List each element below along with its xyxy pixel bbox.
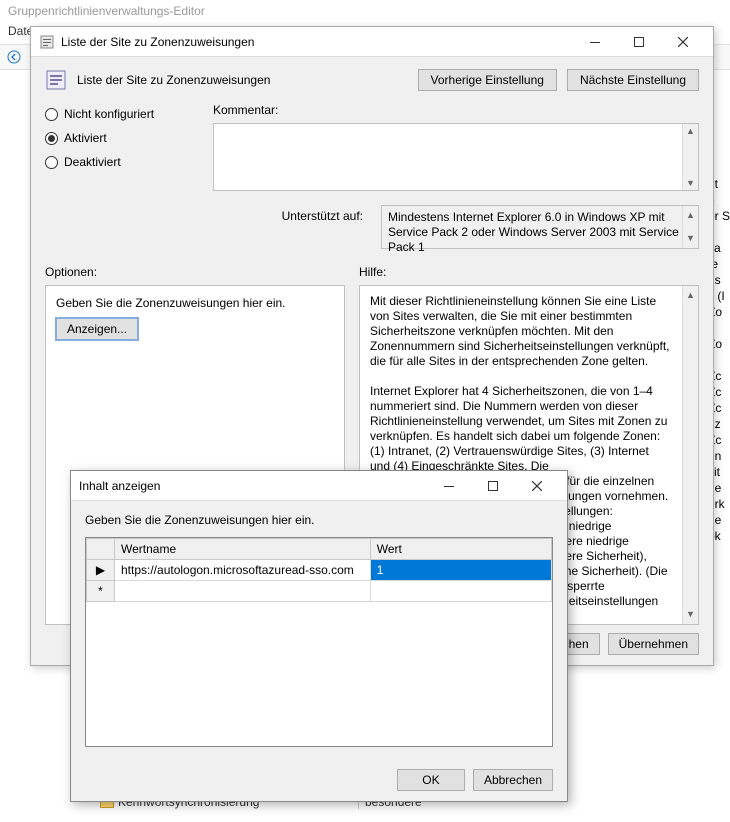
policy-header-icon [45,69,67,91]
radio-label: Aktiviert [64,131,107,145]
policy-icon [39,34,55,50]
ok-button[interactable]: OK [397,769,465,791]
minimize-button[interactable] [427,472,471,500]
supported-on-text: Mindestens Internet Explorer 6.0 in Wind… [381,205,699,249]
scrollbar[interactable]: ▲▼ [682,286,698,624]
column-header-value[interactable]: Wert [370,539,551,560]
cell-value[interactable]: 1 [370,560,551,581]
policy-dialog-title: Liste der Site zu Zonenzuweisungen [61,35,254,49]
policy-dialog-titlebar[interactable]: Liste der Site zu Zonenzuweisungen [31,27,713,57]
supported-on-label: Unterstützt auf: [213,205,363,249]
table-row[interactable]: ▶ https://autologon.microsoftazuread-sso… [87,560,552,581]
scrollbar[interactable]: ▲▼ [682,206,698,248]
radio-label: Nicht konfiguriert [64,107,154,121]
grid-corner [87,539,115,560]
cell-value[interactable] [370,581,551,602]
minimize-button[interactable] [573,28,617,56]
table-row[interactable]: * [87,581,552,602]
row-marker: * [87,581,115,602]
parent-window-title: Gruppenrichtlinienverwaltungs-Editor [0,0,730,24]
radio-label: Deaktiviert [64,155,121,169]
scrollbar[interactable]: ▲▼ [682,124,698,190]
policy-title: Liste der Site zu Zonenzuweisungen [77,73,408,87]
values-grid[interactable]: Wertname Wert ▶ https://autologon.micros… [85,537,553,747]
cancel-button[interactable]: Abbrechen [473,769,553,791]
previous-setting-button[interactable]: Vorherige Einstellung [418,69,557,91]
state-radio-group: Nicht konfiguriert Aktiviert Deaktiviert [45,103,195,249]
show-contents-title: Inhalt anzeigen [79,479,160,493]
close-button[interactable] [661,28,705,56]
radio-not-configured[interactable]: Nicht konfiguriert [45,107,195,121]
show-contents-dialog: Inhalt anzeigen Geben Sie die Zonenzuwei… [70,470,568,802]
grid-instruction: Geben Sie die Zonenzuweisungen hier ein. [85,513,553,527]
show-contents-titlebar[interactable]: Inhalt anzeigen [71,471,567,501]
help-label: Hilfe: [359,265,699,279]
options-instruction: Geben Sie die Zonenzuweisungen hier ein. [56,296,334,310]
row-marker: ▶ [87,560,115,581]
maximize-button[interactable] [471,472,515,500]
cell-name[interactable] [115,581,371,602]
column-header-name[interactable]: Wertname [115,539,371,560]
options-label: Optionen: [45,265,345,279]
back-icon[interactable] [4,47,24,67]
maximize-button[interactable] [617,28,661,56]
cell-name[interactable]: https://autologon.microsoftazuread-sso.c… [115,560,371,581]
show-button[interactable]: Anzeigen... [56,318,138,340]
apply-button[interactable]: Übernehmen [608,633,699,655]
comment-textarea[interactable]: ▲▼ [213,123,699,191]
radio-disabled[interactable]: Deaktiviert [45,155,195,169]
comment-label: Kommentar: [213,103,699,117]
radio-enabled[interactable]: Aktiviert [45,131,195,145]
next-setting-button[interactable]: Nächste Einstellung [567,69,699,91]
close-button[interactable] [515,472,559,500]
